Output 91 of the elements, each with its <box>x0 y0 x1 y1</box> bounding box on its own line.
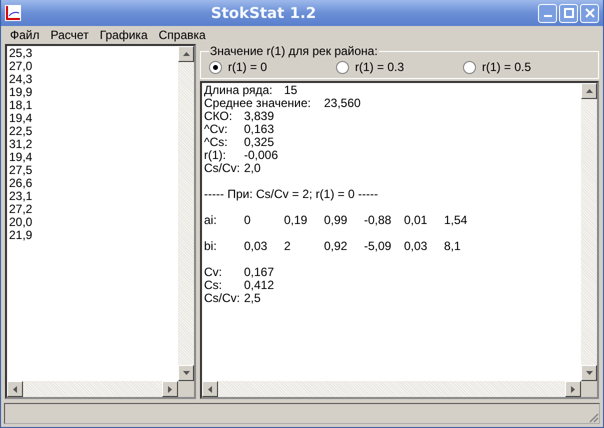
minimize-icon <box>544 15 552 17</box>
result-label: Cs/Cv: <box>204 292 241 305</box>
result-value: 2,0 <box>244 162 262 175</box>
scrollbar-corner <box>581 381 597 397</box>
result-value: -0,006 <box>244 149 280 162</box>
list-item[interactable]: 22,5 <box>9 125 176 138</box>
radio-label: r(1) = 0.5 <box>482 60 532 74</box>
result-value: 0,01 <box>404 214 428 227</box>
menu-item[interactable]: Справка <box>152 28 211 42</box>
result-value: 0,03 <box>404 240 428 253</box>
chart-icon <box>5 5 21 21</box>
down-arrow-icon <box>182 371 190 375</box>
result-label: Длина ряда: <box>204 84 274 97</box>
scroll-left-button[interactable] <box>7 381 23 397</box>
list-item[interactable]: 18,1 <box>9 99 176 112</box>
result-value: 2,5 <box>244 292 262 305</box>
radio-option[interactable]: r(1) = 0.5 <box>463 60 590 74</box>
right-arrow-icon <box>571 386 575 392</box>
list-item[interactable]: 19,4 <box>9 112 176 125</box>
result-value: 1,54 <box>444 214 468 227</box>
result-label: Cv: <box>204 266 223 279</box>
radio-option[interactable]: r(1) = 0 <box>209 60 336 74</box>
result-label: r(1): <box>204 149 227 162</box>
close-button[interactable] <box>580 4 599 22</box>
menu-item[interactable]: Графика <box>94 28 153 42</box>
scrollbar-corner <box>178 381 194 397</box>
scroll-left-button[interactable] <box>202 381 218 397</box>
left-arrow-icon <box>208 386 212 392</box>
close-icon <box>584 8 594 18</box>
result-value: -0,88 <box>364 214 392 227</box>
list-item[interactable]: 21,9 <box>9 229 176 242</box>
list-item[interactable]: 27,2 <box>9 203 176 216</box>
result-value: 0,163 <box>244 123 276 136</box>
list-item[interactable]: 26,6 <box>9 177 176 190</box>
scroll-up-button[interactable] <box>178 46 194 62</box>
minimize-button[interactable] <box>538 4 557 22</box>
list-item[interactable]: 24,3 <box>9 73 176 86</box>
list-item[interactable]: 31,2 <box>9 138 176 151</box>
scroll-down-button[interactable] <box>178 365 194 381</box>
scroll-right-button[interactable] <box>162 381 178 397</box>
list-item[interactable]: 20,0 <box>9 216 176 229</box>
result-value: 0,325 <box>244 136 276 149</box>
result-value: 2 <box>284 240 292 253</box>
result-label: ^Cv: <box>204 123 229 136</box>
result-label: ai: <box>204 214 218 227</box>
radio-button[interactable] <box>209 60 222 74</box>
list-item[interactable]: 19,4 <box>9 151 176 164</box>
result-label: Cs/Cv: <box>204 162 241 175</box>
maximize-icon <box>564 8 574 18</box>
window-title: StokStat 1.2 <box>210 4 318 22</box>
right-arrow-icon <box>168 386 172 392</box>
result-value: 23,560 <box>324 97 362 110</box>
radio-label: r(1) = 0 <box>228 60 268 74</box>
result-value: 0 <box>244 214 252 227</box>
resize-grip-icon <box>587 411 599 423</box>
result-value: 0,92 <box>324 240 348 253</box>
list-item[interactable]: 25,3 <box>9 47 176 60</box>
list-item[interactable]: 23,1 <box>9 190 176 203</box>
result-value: 0,412 <box>244 279 276 292</box>
list-item[interactable]: 27,0 <box>9 60 176 73</box>
radio-option[interactable]: r(1) = 0.3 <box>336 60 463 74</box>
result-label: Cs: <box>204 279 223 292</box>
list-item[interactable]: 27,5 <box>9 164 176 177</box>
result-label: СКО: <box>204 110 232 123</box>
section-heading: ----- При: Cs/Cv = 2; r(1) = 0 ----- <box>204 188 378 201</box>
result-value: 0,99 <box>324 214 348 227</box>
result-value: -5,09 <box>364 240 392 253</box>
down-arrow-icon <box>586 371 592 375</box>
radio-button[interactable] <box>336 60 349 74</box>
result-value: 3,839 <box>244 110 276 123</box>
scroll-down-button[interactable] <box>581 365 597 381</box>
list-item[interactable]: 19,9 <box>9 86 176 99</box>
result-value: 0,167 <box>244 266 276 279</box>
result-value: 0,03 <box>244 240 268 253</box>
left-arrow-icon <box>13 386 17 392</box>
menu-item[interactable]: Расчет <box>44 28 94 42</box>
result-value: 0,19 <box>284 214 308 227</box>
up-arrow-icon <box>586 89 592 93</box>
result-label: Среднее значение: <box>204 97 312 110</box>
up-arrow-icon <box>182 52 190 56</box>
result-value: 15 <box>284 84 298 97</box>
scroll-right-button[interactable] <box>565 381 581 397</box>
maximize-button[interactable] <box>559 4 578 22</box>
result-label: bi: <box>204 240 218 253</box>
radio-label: r(1) = 0.3 <box>355 60 404 74</box>
result-label: ^Cs: <box>204 136 229 149</box>
radio-button[interactable] <box>463 60 476 74</box>
group-legend: Значение r(1) для рек района: <box>209 44 379 58</box>
scroll-up-button[interactable] <box>581 83 597 99</box>
result-value: 8,1 <box>444 240 462 253</box>
menu-item[interactable]: Файл <box>4 28 45 42</box>
